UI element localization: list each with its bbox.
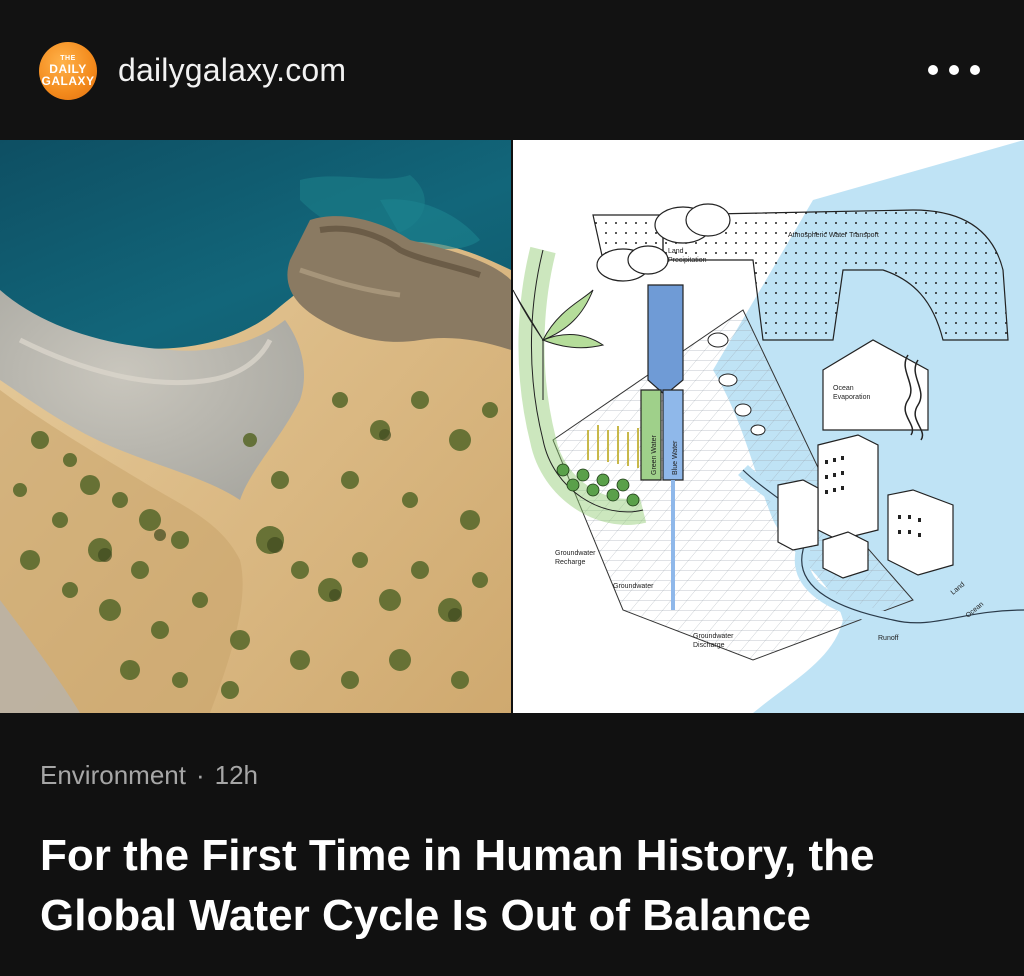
aerial-coast-illustration [0,140,511,713]
article-age: 12h [214,760,259,790]
post-header: THE DAILY GALAXY dailygalaxy.com [0,0,1024,140]
label-green-water: Green Water [651,435,658,475]
label-groundwater-recharge-1: Groundwater [555,550,596,557]
article-image[interactable]: Atmospheric Water Transport Land Precipi… [0,140,1024,713]
label-groundwater: Groundwater [613,583,654,590]
aerial-coast-photo [0,140,511,713]
source-name[interactable]: dailygalaxy.com [118,52,346,89]
meta-separator: · [195,760,205,790]
more-dot [928,65,938,75]
article-meta: Environment · 12h [40,760,258,791]
water-cycle-illustration: Atmospheric Water Transport Land Precipi… [513,140,1024,713]
water-cycle-diagram: Atmospheric Water Transport Land Precipi… [513,140,1024,713]
label-evaporation: Evaporation [833,394,870,401]
label-runoff: Runoff [878,635,899,642]
article-title[interactable]: For the First Time in Human History, the… [40,826,990,946]
label-blue-water: Blue Water [672,440,679,475]
label-land: Land [668,248,684,255]
more-options-icon[interactable] [928,52,980,88]
label-groundwater-discharge-1: Groundwater [693,633,734,640]
article-category[interactable]: Environment [40,760,186,790]
source-logo[interactable]: THE DAILY GALAXY [39,42,97,100]
label-precipitation: Precipitation [668,257,707,264]
more-dot [970,65,980,75]
label-ocean: Ocean [833,385,854,392]
logo-text-line-3: GALAXY [41,74,95,88]
more-dot [949,65,959,75]
label-groundwater-recharge-2: Recharge [555,559,585,566]
label-atmospheric-transport: Atmospheric Water Transport [788,232,879,239]
logo-text-line-1: THE [60,55,76,62]
label-groundwater-discharge-2: Discharge [693,642,725,649]
